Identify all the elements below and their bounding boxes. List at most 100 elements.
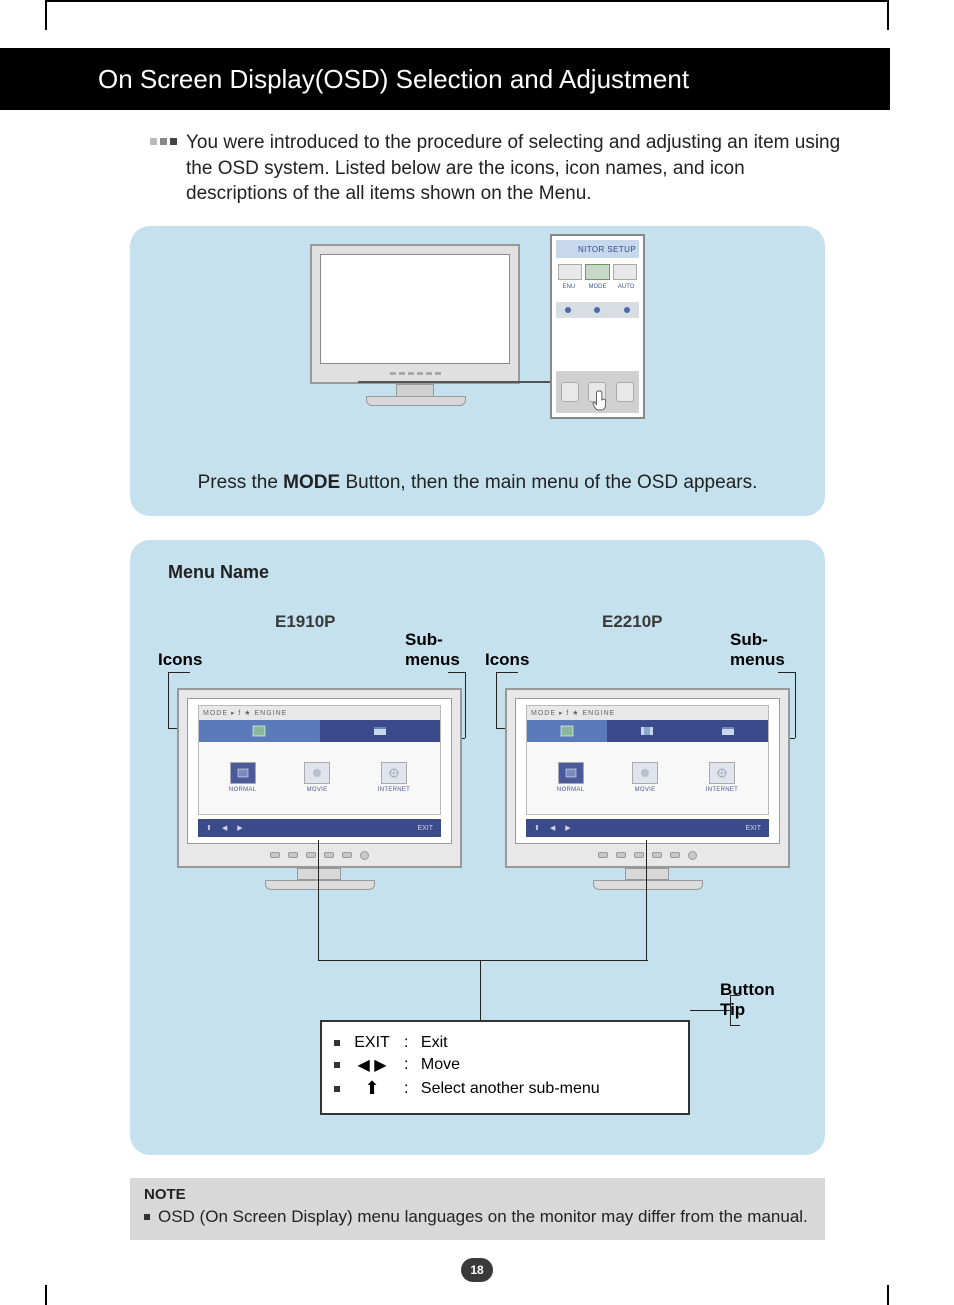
monitor-base xyxy=(593,880,703,890)
tip-desc: Select another sub-menu xyxy=(421,1080,600,1098)
caption-bold: MODE xyxy=(283,472,340,493)
zoom-osd-icons xyxy=(556,262,639,282)
osd-menu-header: MODE ▸ f ★ ENGINE xyxy=(199,706,440,720)
button-zoom-inset: NITOR SETUP ENU MODE AUTO xyxy=(550,234,645,419)
note-box: NOTE OSD (On Screen Display) menu langua… xyxy=(130,1178,825,1240)
icons-label-a: Icons xyxy=(158,650,202,670)
bullet-icon xyxy=(334,1040,340,1046)
osd-submenu-body: NORMAL MOVIE INTERNET xyxy=(205,746,434,808)
tip-desc: Move xyxy=(421,1056,460,1074)
submenus-label-a: Sub- menus xyxy=(405,630,460,669)
caption-pre: Press the xyxy=(198,472,284,493)
note-line: OSD (On Screen Display) menu languages o… xyxy=(144,1207,811,1227)
nav-up-icon: ⬆ xyxy=(202,824,216,832)
submenu-icon xyxy=(230,762,256,784)
submenu-label: INTERNET xyxy=(378,787,410,793)
submenu-label: NORMAL xyxy=(229,787,256,793)
osd-tab-icon xyxy=(607,720,687,742)
callout-line xyxy=(465,672,466,738)
osd-tab-icon xyxy=(320,720,441,742)
monitor-frame: MODE ▸ f ★ ENGINE NORMAL xyxy=(177,688,462,868)
osd-button-bar: ⬆ ◀ ▶ EXIT xyxy=(198,819,441,837)
osd-screenshot-e2210p: MODE ▸ f ★ ENGINE NORMAL xyxy=(505,688,790,903)
osd-tab-row xyxy=(527,720,768,742)
zoom-label-auto: AUTO xyxy=(613,284,639,290)
submenu-icon xyxy=(558,762,584,784)
model-label-e2210p: E2210P xyxy=(602,612,663,632)
nav-right-icon: ▶ xyxy=(561,824,574,832)
callout-line xyxy=(318,960,648,961)
crop-mark xyxy=(45,1285,47,1305)
nav-up-icon: ⬆ xyxy=(530,824,544,832)
callout-line xyxy=(480,960,481,1020)
submenu-icon xyxy=(632,762,658,784)
callout-line xyxy=(646,840,647,960)
crop-mark xyxy=(45,0,47,30)
crop-mark xyxy=(887,0,889,30)
monitor-screen: MODE ▸ f ★ ENGINE NORMAL xyxy=(187,698,452,844)
zoom-led-row xyxy=(556,302,639,318)
callout-line xyxy=(168,672,169,728)
monitor-illustration xyxy=(310,244,530,419)
monitor-screen xyxy=(320,254,510,364)
monitor-screen: MODE ▸ f ★ ENGINE NORMAL xyxy=(515,698,780,844)
tip-key: ◀ ▶ xyxy=(344,1055,400,1075)
submenu-item-internet: INTERNET xyxy=(378,762,410,793)
submenu-label: MOVIE xyxy=(635,787,656,793)
submenus-label-b: Sub- menus xyxy=(730,630,785,669)
crop-mark xyxy=(45,0,889,2)
figure-panel-mode-button: NITOR SETUP ENU MODE AUTO Press the MODE… xyxy=(130,226,825,516)
physical-button xyxy=(561,382,579,402)
osd-tab-icon xyxy=(199,720,320,742)
tip-key: EXIT xyxy=(344,1034,400,1052)
monitor-bezel-buttons xyxy=(515,848,780,862)
osd-button-bar: ⬆ ◀ ▶ EXIT xyxy=(526,819,769,837)
monitor-stand xyxy=(297,868,341,880)
zoom-osd-labels: ENU MODE AUTO xyxy=(556,284,639,290)
button-tip-label: Button Tip xyxy=(720,980,775,1019)
callout-line xyxy=(318,840,319,960)
page-header-bar: On Screen Display(OSD) Selection and Adj… xyxy=(0,48,890,110)
osd-tab-icon xyxy=(688,720,768,742)
panel1-caption: Press the MODE Button, then the main men… xyxy=(130,472,825,494)
tip-desc: Exit xyxy=(421,1034,448,1052)
manual-page: On Screen Display(OSD) Selection and Adj… xyxy=(0,0,954,1305)
caption-post: Button, then the main menu of the OSD ap… xyxy=(340,472,757,493)
model-label-e1910p: E1910P xyxy=(275,612,336,632)
tip-row-move: ◀ ▶ : Move xyxy=(334,1055,678,1075)
colon: : xyxy=(404,1080,408,1098)
submenu-item-normal: NORMAL xyxy=(229,762,256,793)
osd-menu-header: MODE ▸ f ★ ENGINE xyxy=(527,706,768,720)
osd-tab-row xyxy=(199,720,440,742)
osd-menu: MODE ▸ f ★ ENGINE NORMAL xyxy=(526,705,769,815)
osd-screenshot-e1910p: MODE ▸ f ★ ENGINE NORMAL xyxy=(177,688,462,903)
figure-panel-menu-layout: Menu Name E1910P E2210P Icons Sub- menus… xyxy=(130,540,825,1155)
submenu-item-movie: MOVIE xyxy=(304,762,330,793)
bullet-icon xyxy=(334,1086,340,1092)
tip-row-select: ⬆ : Select another sub-menu xyxy=(334,1078,678,1099)
nav-left-icon: ◀ xyxy=(546,824,559,832)
monitor-frame xyxy=(310,244,520,384)
osd-submenu-body: NORMAL MOVIE INTERNET xyxy=(533,746,762,808)
note-text: OSD (On Screen Display) menu languages o… xyxy=(158,1207,808,1227)
menu-name-label: Menu Name xyxy=(168,562,269,583)
callout-line xyxy=(496,672,497,728)
monitor-stand xyxy=(625,868,669,880)
icons-label-b: Icons xyxy=(485,650,529,670)
physical-button xyxy=(616,382,634,402)
submenu-label: INTERNET xyxy=(706,787,738,793)
zoom-label-mode: MODE xyxy=(585,284,611,290)
submenu-label: NORMAL xyxy=(557,787,584,793)
submenu-item-internet: INTERNET xyxy=(706,762,738,793)
colon: : xyxy=(404,1056,408,1074)
submenu-item-movie: MOVIE xyxy=(632,762,658,793)
submenu-item-normal: NORMAL xyxy=(557,762,584,793)
button-tip-box: EXIT : Exit ◀ ▶ : Move ⬆ : Select anothe… xyxy=(320,1020,690,1115)
zoom-label-menu: ENU xyxy=(556,284,582,290)
callout-line xyxy=(730,1025,740,1026)
callout-line xyxy=(795,672,796,738)
callout-line xyxy=(448,672,465,673)
callout-line xyxy=(778,672,795,673)
intro-text: You were introduced to the procedure of … xyxy=(186,130,850,207)
page-title: On Screen Display(OSD) Selection and Adj… xyxy=(98,64,689,95)
